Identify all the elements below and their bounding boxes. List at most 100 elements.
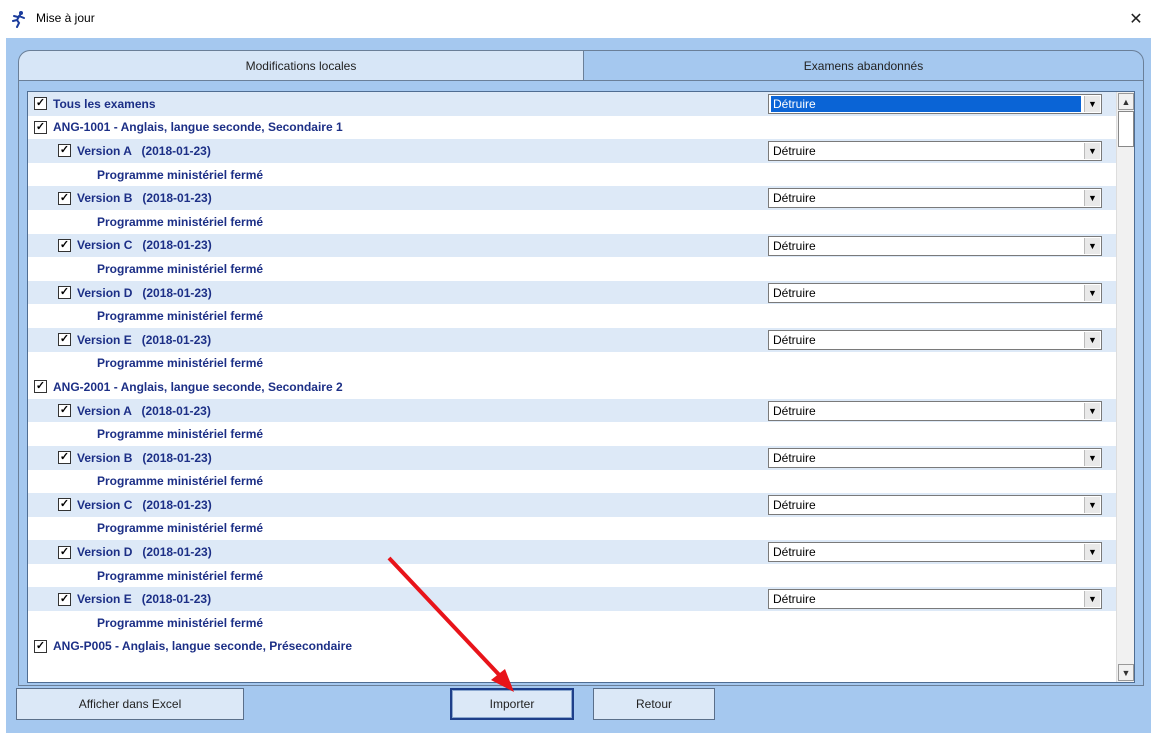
back-button[interactable]: Retour (593, 688, 715, 720)
chevron-down-icon[interactable]: ▼ (1084, 402, 1100, 419)
action-dropdown[interactable]: Détruire ▼ (768, 495, 1102, 516)
list-item-label: Version A (2018-01-23) (77, 403, 211, 418)
list-item-label: Version C (2018-01-23) (77, 497, 212, 512)
chevron-down-icon[interactable]: ▼ (1084, 544, 1100, 561)
list-item-label: Version A (2018-01-23) (77, 143, 211, 158)
action-dropdown-value: Détruire (773, 450, 816, 465)
list-item-label: Version D (2018-01-23) (77, 545, 212, 560)
checkbox[interactable]: ✓ (58, 592, 71, 606)
running-figure-icon (12, 11, 25, 28)
action-dropdown[interactable]: Détruire ▼ (768, 400, 1102, 421)
action-dropdown[interactable]: Détruire ▼ (768, 329, 1102, 350)
status-note: Programme ministériel fermé (28, 564, 1116, 588)
list-item[interactable]: ✓ Tous les examens Détruire ▼ (28, 92, 1116, 116)
list-item[interactable]: ✓ Version B (2018-01-23) Détruire ▼ (28, 186, 1116, 210)
action-dropdown[interactable]: Détruire ▼ (768, 141, 1102, 162)
tab-label: Examens abandonnés (803, 58, 924, 73)
list-item-label: Version B (2018-01-23) (77, 191, 212, 206)
checkbox[interactable]: ✓ (34, 380, 47, 394)
close-icon[interactable]: ✕ (1121, 0, 1151, 38)
list-item[interactable]: ✓ ANG-P005 - Anglais, langue seconde, Pré… (28, 635, 1116, 659)
scroll-down-icon[interactable]: ▼ (1118, 664, 1134, 681)
chevron-down-icon[interactable]: ▼ (1084, 143, 1100, 160)
chevron-down-icon[interactable]: ▼ (1084, 497, 1100, 514)
list-item[interactable]: ✓ Version A (2018-01-23) Détruire ▼ (28, 139, 1116, 163)
chevron-down-icon[interactable]: ▼ (1084, 331, 1100, 348)
chevron-down-icon[interactable]: ▼ (1084, 591, 1100, 608)
action-dropdown[interactable]: Détruire ▼ (768, 282, 1102, 303)
list-item[interactable]: ✓ Version D (2018-01-23) Détruire ▼ (28, 540, 1116, 564)
checkbox[interactable]: ✓ (58, 545, 71, 559)
checkbox[interactable]: ✓ (58, 333, 71, 347)
scroll-up-icon[interactable]: ▲ (1118, 93, 1134, 110)
exam-list: ✓ Tous les examens Détruire ▼ ✓ ANG-1001 - An… (27, 91, 1135, 683)
list-item-label: Programme ministériel fermé (97, 356, 264, 371)
action-dropdown-value: Détruire (773, 403, 816, 418)
action-dropdown[interactable]: Détruire ▼ (768, 235, 1102, 256)
checkbox[interactable]: ✓ (58, 144, 71, 158)
list-item[interactable]: ✓ ANG-1001 - Anglais, langue seconde, Sec… (28, 116, 1116, 140)
action-dropdown-value: Détruire (773, 191, 816, 206)
list-item-label: ANG-P005 - Anglais, langue seconde, Prés… (53, 639, 352, 654)
list-item-label: Tous les examens (53, 96, 156, 111)
status-note: Programme ministériel fermé (28, 611, 1116, 635)
chevron-down-icon[interactable]: ▼ (1084, 190, 1100, 207)
checkbox[interactable]: ✓ (58, 238, 71, 252)
list-item[interactable]: ✓ Version C (2018-01-23) Détruire ▼ (28, 493, 1116, 517)
status-note: Programme ministériel fermé (28, 470, 1116, 494)
list-item[interactable]: ✓ Version B (2018-01-23) Détruire ▼ (28, 445, 1116, 470)
list-item-label: ANG-1001 - Anglais, langue seconde, Seco… (53, 120, 343, 135)
list-item[interactable]: ✓ Version C (2018-01-23) Détruire ▼ (28, 233, 1116, 258)
action-dropdown[interactable]: Détruire ▼ (768, 94, 1102, 114)
show-in-excel-button[interactable]: Afficher dans Excel (16, 688, 244, 720)
chevron-down-icon[interactable]: ▼ (1084, 284, 1100, 301)
checkbox[interactable]: ✓ (58, 286, 71, 300)
list-item-label: Version D (2018-01-23) (77, 285, 212, 300)
dialog-client-area: Modifications locales Examens abandonnés… (6, 38, 1151, 733)
tab-label: Modifications locales (245, 58, 357, 73)
action-dropdown[interactable]: Détruire ▼ (768, 589, 1102, 610)
checkbox[interactable]: ✓ (58, 191, 71, 205)
list-item-label: Programme ministériel fermé (97, 427, 264, 442)
status-note: Programme ministériel fermé (28, 257, 1116, 281)
list-item[interactable]: ✓ ANG-2001 - Anglais, langue seconde, Sec… (28, 375, 1116, 399)
title-bar: Mise à jour ✕ (0, 0, 1151, 38)
status-note: Programme ministériel fermé (28, 163, 1116, 187)
import-button[interactable]: Importer (450, 688, 574, 720)
action-dropdown[interactable]: Détruire ▼ (768, 188, 1102, 209)
tab-modifications-locales[interactable]: Modifications locales (18, 50, 584, 80)
list-item-label: Programme ministériel fermé (97, 167, 264, 182)
checkbox[interactable]: ✓ (58, 451, 71, 465)
checkbox[interactable]: ✓ (58, 404, 71, 418)
checkbox[interactable]: ✓ (34, 120, 47, 134)
list-item[interactable]: ✓ Version D (2018-01-23) Détruire ▼ (28, 280, 1116, 305)
action-dropdown-value: Détruire (773, 592, 816, 607)
vertical-scrollbar[interactable]: ▲ ▼ (1116, 92, 1134, 682)
tab-examens-abandonnes[interactable]: Examens abandonnés (584, 50, 1144, 80)
checkbox[interactable]: ✓ (34, 639, 47, 653)
action-dropdown[interactable]: Détruire ▼ (768, 447, 1102, 468)
list-item[interactable]: ✓ Version E (2018-01-23) Détruire ▼ (28, 327, 1116, 352)
tab-panel: ✓ Tous les examens Détruire ▼ ✓ ANG-1001 - An… (18, 80, 1144, 686)
list-item-label: Version C (2018-01-23) (77, 238, 212, 253)
chevron-down-icon[interactable]: ▼ (1084, 449, 1100, 466)
list-item-label: Version B (2018-01-23) (77, 450, 212, 465)
chevron-down-icon[interactable]: ▼ (1084, 96, 1100, 112)
exam-rows: ✓ Tous les examens Détruire ▼ ✓ ANG-1001 - An… (28, 92, 1116, 658)
action-dropdown-value: Détruire (771, 96, 1081, 112)
action-dropdown[interactable]: Détruire ▼ (768, 542, 1102, 563)
list-item-label: Programme ministériel fermé (97, 261, 264, 276)
chevron-down-icon[interactable]: ▼ (1084, 237, 1100, 254)
checkbox[interactable]: ✓ (34, 97, 47, 111)
list-item[interactable]: ✓ Version E (2018-01-23) Détruire ▼ (28, 587, 1116, 612)
list-item-label: Programme ministériel fermé (97, 615, 264, 630)
list-item[interactable]: ✓ Version A (2018-01-23) Détruire ▼ (28, 398, 1116, 423)
checkbox[interactable]: ✓ (58, 498, 71, 512)
action-dropdown-value: Détruire (773, 144, 816, 159)
action-dropdown-value: Détruire (773, 332, 816, 347)
window-title: Mise à jour (36, 11, 95, 25)
status-note: Programme ministériel fermé (28, 304, 1116, 328)
list-item-label: Programme ministériel fermé (97, 309, 264, 324)
scroll-thumb[interactable] (1118, 111, 1134, 147)
status-note: Programme ministériel fermé (28, 352, 1116, 376)
